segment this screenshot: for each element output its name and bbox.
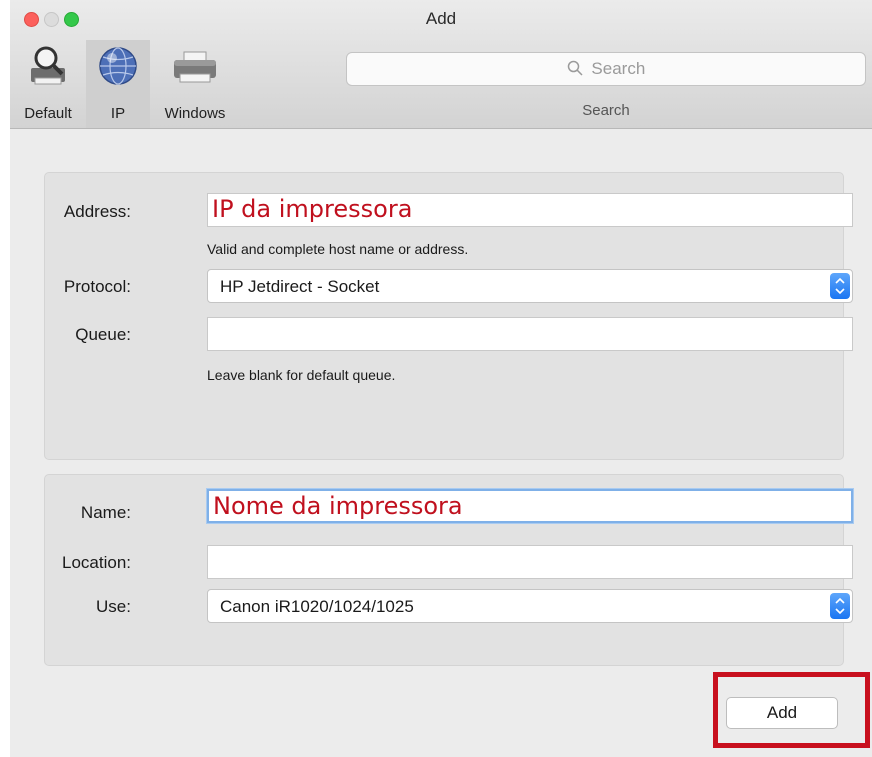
magnifier-printer-icon xyxy=(25,44,71,93)
search-caption: Search xyxy=(582,102,630,119)
protocol-select[interactable]: HP Jetdirect - Socket xyxy=(207,269,853,303)
location-field[interactable] xyxy=(207,545,853,579)
tab-default-label: Default xyxy=(24,105,72,122)
printer-icon xyxy=(170,44,220,93)
address-field[interactable]: IP da impressora xyxy=(207,193,853,227)
tab-windows[interactable]: Windows xyxy=(154,40,236,128)
name-field[interactable]: Nome da impressora xyxy=(207,489,853,523)
updown-chevron-icon[interactable] xyxy=(830,593,850,619)
search-icon xyxy=(567,59,592,78)
location-label: Location: xyxy=(62,553,131,572)
queue-hint: Leave blank for default queue. xyxy=(207,367,396,383)
driver-select[interactable]: Canon iR1020/1024/1025 xyxy=(207,589,853,623)
driver-value: Canon iR1020/1024/1025 xyxy=(220,597,414,616)
address-hint: Valid and complete host name or address. xyxy=(207,241,469,257)
use-label: Use: xyxy=(96,597,131,616)
updown-chevron-icon[interactable] xyxy=(830,273,850,299)
tab-ip[interactable]: IP xyxy=(86,40,150,128)
address-label: Address: xyxy=(63,202,131,221)
queue-label: Queue: xyxy=(75,325,131,344)
search-field[interactable]: Search xyxy=(346,52,866,86)
add-printer-window: Add Default IP Windows Search Search Add… xyxy=(10,0,872,757)
window-title: Add xyxy=(425,9,457,28)
queue-field[interactable] xyxy=(207,317,853,351)
connection-panel: Address: IP da impressora Valid and comp… xyxy=(44,172,853,460)
protocol-value: HP Jetdirect - Socket xyxy=(220,277,380,296)
title-bar: Add Default IP Windows Search Search xyxy=(10,0,872,129)
globe-icon xyxy=(96,44,140,93)
search-placeholder: Search xyxy=(591,59,646,78)
protocol-label: Protocol: xyxy=(63,277,131,296)
add-button[interactable]: Add xyxy=(726,697,838,729)
tab-default[interactable]: Default xyxy=(14,40,82,128)
name-label: Name: xyxy=(80,503,131,522)
tab-ip-label: IP xyxy=(110,105,126,122)
printer-panel: Name: Nome da impressora Location: Use: … xyxy=(44,474,853,666)
tab-windows-label: Windows xyxy=(164,105,226,122)
